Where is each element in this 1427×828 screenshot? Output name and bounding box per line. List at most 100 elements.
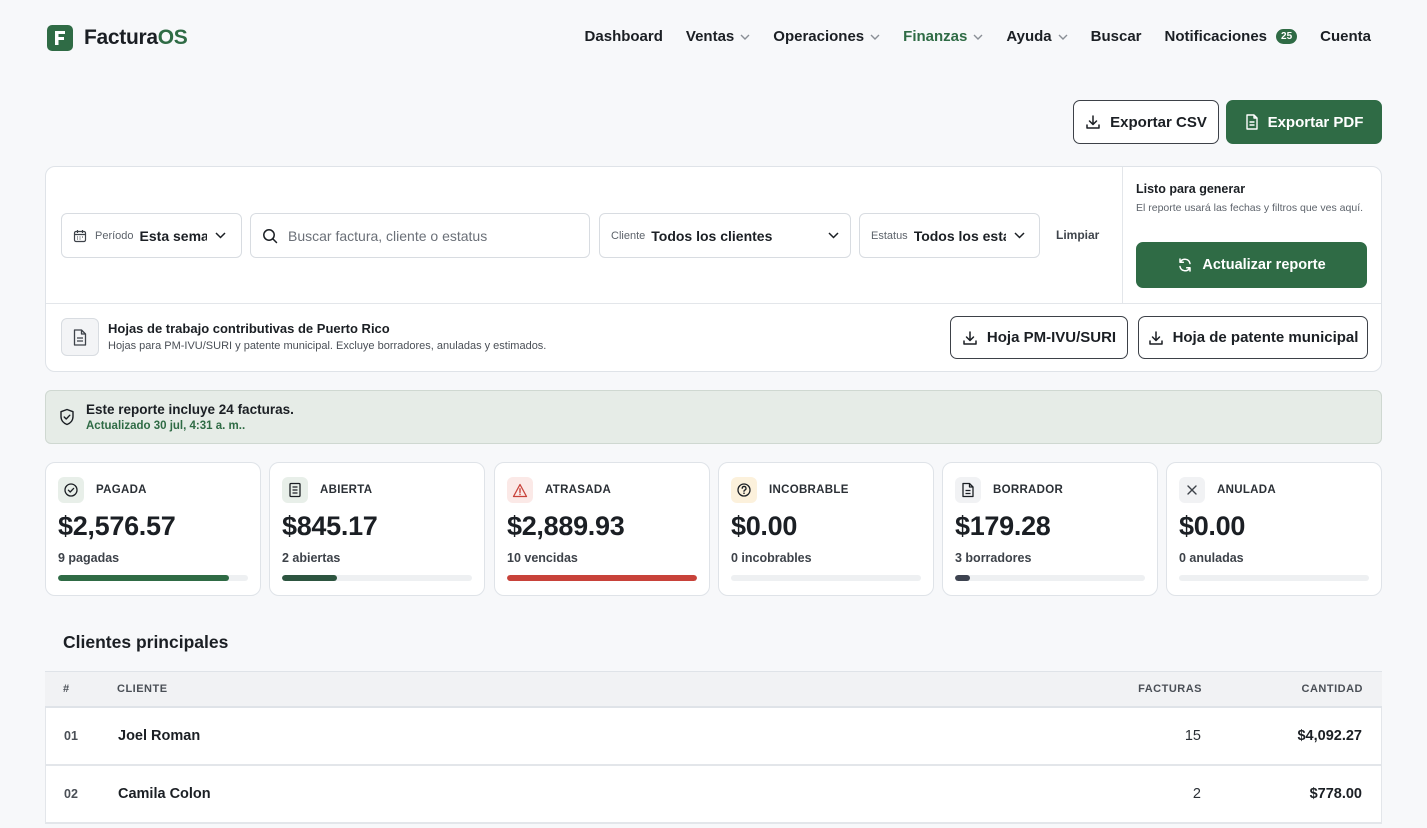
row-invoices: 15 [1184,728,1201,744]
card-progress-fill [282,575,338,581]
tax-document-icon [61,318,99,356]
report-info-banner: Este reporte incluye 24 facturas. Actual… [45,390,1382,444]
status-card-pagada[interactable]: PAGADA $2,576.57 9 pagadas [45,462,261,596]
card-progress-bar [1179,575,1369,581]
card-count: 3 borradores [955,551,1032,565]
status-label: Estatus [871,229,908,242]
chevron-down-icon [740,34,750,40]
column-header-num[interactable]: # [45,683,117,695]
chevron-down-icon [1014,232,1025,239]
nav-buscar[interactable]: Buscar [1091,28,1142,45]
row-number: 02 [64,787,78,801]
ivu-worksheet-button[interactable]: Hoja PM-IVU/SURI [950,316,1128,359]
download-icon [1148,330,1163,345]
card-count: 9 pagadas [58,551,120,565]
row-client: Camila Colon [118,786,211,802]
nav-ventas[interactable]: Ventas [686,28,750,45]
table-header: # CLIENTE FACTURAS CANTIDAD [45,671,1382,708]
nav-finanzas[interactable]: Finanzas [903,28,983,45]
client-select[interactable]: Cliente Todos los clientes [599,213,851,258]
column-header-amount[interactable]: CANTIDAD [1202,683,1382,695]
row-amount: $4,092.27 [1297,728,1362,744]
card-amount: $2,889.93 [507,511,625,541]
card-label: BORRADOR [993,484,1064,496]
download-icon [963,330,977,345]
download-icon [1086,115,1100,129]
table-row[interactable]: 01 Joel Roman 15 $4,092.27 [45,708,1382,766]
nav-ayuda[interactable]: Ayuda [1006,28,1068,45]
top-header: FacturaOS Dashboard Ventas Operaciones F… [0,0,1427,76]
refresh-report-button[interactable]: Actualizar reporte [1136,242,1367,288]
main-nav: Dashboard Ventas Operaciones Finanzas Ay… [562,28,1371,45]
nav-cuenta[interactable]: Cuenta [1320,28,1371,45]
top-clients-title: Clientes principales [63,632,229,652]
card-progress-bar [282,575,472,581]
client-value: Todos los clientes [651,227,773,244]
row-invoices: 2 [1192,786,1201,802]
export-csv-button[interactable]: Exportar CSV [1073,100,1219,144]
period-label: Período [95,229,134,242]
period-value: Esta semana [139,227,207,244]
row-amount: $778.00 [1309,786,1362,802]
chevron-down-icon [828,232,839,239]
card-amount: $0.00 [731,511,798,541]
column-header-invoices[interactable]: FACTURAS [1062,683,1202,695]
period-select[interactable]: Período Esta semana [61,213,242,258]
brand-name: FacturaOS [84,26,188,49]
generate-title: Listo para generar [1136,182,1246,196]
card-label: ABIERTA [320,484,373,496]
search-field[interactable] [250,213,590,258]
card-label: PAGADA [96,484,147,496]
card-progress-fill [955,575,971,581]
brand-logo[interactable]: FacturaOS [47,25,188,51]
divider [1122,167,1123,303]
shield-check-icon [60,408,74,426]
card-count: 10 vencidas [507,551,578,565]
card-count: 0 incobrables [731,551,812,565]
draft-document-icon [955,477,981,503]
search-icon [263,228,278,243]
card-progress-bar [955,575,1145,581]
divider [46,303,1381,304]
status-value: Todos los estatus [913,227,1006,244]
card-count: 2 abiertas [282,551,341,565]
card-progress-bar [507,575,697,581]
search-input[interactable] [288,227,568,244]
nav-dashboard[interactable]: Dashboard [585,28,663,45]
banner-updated-time: Actualizado 30 jul, 4:31 a. m.. [86,420,246,432]
card-label: INCOBRABLE [769,484,849,496]
export-pdf-button[interactable]: Exportar PDF [1226,100,1382,144]
card-amount: $0.00 [1179,511,1246,541]
status-card-atrasada[interactable]: ATRASADA $2,889.93 10 vencidas [494,462,710,596]
nav-operaciones[interactable]: Operaciones [773,28,880,45]
chevron-down-icon [1058,34,1068,40]
tax-worksheets-description: Hojas para PM-IVU/SURI y patente municip… [108,340,547,352]
card-amount: $2,576.57 [58,511,176,541]
generate-description: El reporte usará las fechas y filtros qu… [1136,202,1364,214]
status-card-borrador[interactable]: BORRADOR $179.28 3 borradores [942,462,1158,596]
status-card-anulada[interactable]: ANULADA $0.00 0 anuladas [1166,462,1382,596]
document-icon [282,477,308,503]
logo-mark-icon [47,25,73,51]
chevron-down-icon [973,34,983,40]
card-count: 0 anuladas [1179,551,1244,565]
table-row[interactable]: 02 Camila Colon 2 $778.00 [45,766,1382,824]
top-clients-table: # CLIENTE FACTURAS CANTIDAD 01 Joel Roma… [45,671,1382,824]
nav-notificaciones[interactable]: Notificaciones 25 [1165,28,1298,45]
clear-filters-button[interactable]: Limpiar [1056,228,1099,242]
check-circle-icon [58,477,84,503]
status-card-incobrable[interactable]: INCOBRABLE $0.00 0 incobrables [718,462,934,596]
municipal-license-worksheet-button[interactable]: Hoja de patente municipal [1138,316,1368,359]
row-client: Joel Roman [118,728,201,744]
tax-worksheets-title: Hojas de trabajo contributivas de Puerto… [108,321,390,336]
document-icon [1245,114,1258,130]
report-filter-panel: Período Esta semana Cliente Todos los cl… [45,166,1382,372]
card-amount: $179.28 [955,511,1051,541]
status-select[interactable]: Estatus Todos los estatus [859,213,1040,258]
card-amount: $845.17 [282,511,378,541]
column-header-client[interactable]: CLIENTE [117,683,1062,695]
card-label: ANULADA [1217,484,1276,496]
status-card-abierta[interactable]: ABIERTA $845.17 2 abiertas [269,462,485,596]
card-progress-bar [731,575,921,581]
client-label: Cliente [611,229,646,242]
